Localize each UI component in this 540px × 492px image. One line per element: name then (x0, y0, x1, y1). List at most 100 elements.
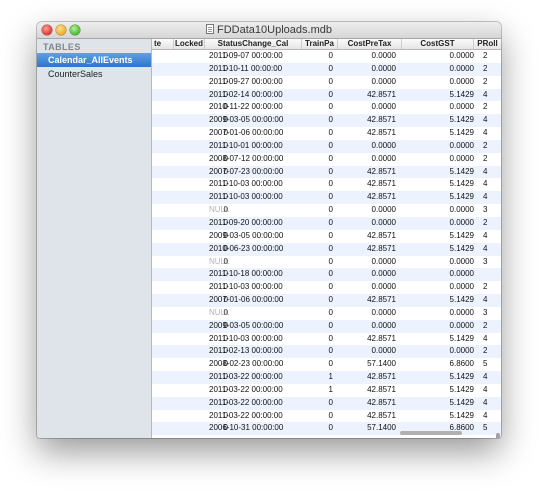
costpretax-cell: 0.0000 (371, 217, 396, 227)
trainpa-cell: 1 (328, 384, 333, 394)
proll-cell: 2 (483, 51, 488, 60)
costgst-cell: 5.1429 (449, 295, 474, 305)
costpretax-cell: 42.8571 (367, 128, 396, 138)
table-row[interactable]: 0 2009-03-05 00:00:00 0 0.0000 0.0000 2 (152, 319, 501, 333)
proll-cell: 2 (483, 217, 488, 227)
proll-cell: 2 (483, 320, 488, 330)
statuschange-cell: 2011-09-27 00:00:00 (209, 76, 283, 86)
statuschange-cell: 2011-10-01 00:00:00 (209, 140, 283, 150)
proll-cell: 4 (483, 128, 488, 138)
table-row[interactable]: 0 2011-03-22 00:00:00 0 42.8571 5.1429 4 (152, 396, 501, 410)
statuschange-cell: 2011-10-11 00:00:00 (209, 63, 283, 73)
proll-cell: 4 (483, 333, 488, 343)
statuschange-cell: NULL (209, 205, 230, 215)
column-header-trainpa[interactable]: TrainPa (302, 39, 338, 49)
app-window: FDData10Uploads.mdb TABLES Calendar_AllE… (37, 22, 501, 438)
column-header-te[interactable]: te (152, 39, 174, 49)
costpretax-cell: 42.8571 (367, 372, 396, 382)
table-row[interactable]: 0 NULL 0 0.0000 0.0000 3 (152, 307, 501, 320)
table-row[interactable]: 0 2011-10-11 00:00:00 0 0.0000 0.0000 2 (152, 62, 501, 76)
table-row[interactable]: 0 2011-03-22 00:00:00 0 42.8571 5.1429 4 (152, 410, 501, 423)
table-row[interactable]: 0 2011-02-13 00:00:00 0 0.0000 0.0000 2 (152, 345, 501, 359)
proll-cell (483, 268, 494, 281)
table-row[interactable]: 0 2007-01-06 00:00:00 0 42.8571 5.1429 4 (152, 294, 501, 307)
statuschange-cell: 2006-10-31 00:00:00 (209, 423, 284, 433)
table-view[interactable]: te Locked StatusChange_Cal TrainPa CostP… (152, 39, 501, 438)
trainpa-cell: 0 (328, 243, 333, 253)
proll-cell: 4 (483, 384, 488, 394)
table-row[interactable]: 0 2011-09-20 00:00:00 0 0.0000 0.0000 2 (152, 216, 501, 230)
statuschange-cell: 2011-09-20 00:00:00 (209, 217, 283, 227)
trainpa-cell: 0 (328, 140, 333, 150)
proll-cell: 4 (483, 179, 488, 189)
costgst-cell: 0.0000 (449, 51, 474, 60)
costgst-cell: 0.0000 (449, 307, 474, 317)
table-row[interactable]: 0 2011-10-01 00:00:00 0 0.0000 0.0000 2 (152, 139, 501, 153)
trainpa-cell: 0 (328, 153, 333, 163)
costgst-cell: 5.1429 (449, 179, 474, 189)
costgst-cell: 0.0000 (449, 63, 474, 73)
table-row[interactable]: 0 2011-09-27 00:00:00 0 0.0000 0.0000 2 (152, 76, 501, 89)
proll-cell: 4 (483, 410, 488, 420)
table-row[interactable]: 0 NULL 0 0.0000 0.0000 3 (152, 204, 501, 217)
column-header-proll[interactable]: PRoll (474, 39, 501, 49)
table-row[interactable]: 0 2011-10-03 00:00:00 0 42.8571 5.1429 4 (152, 333, 501, 346)
table-row[interactable]: 0 2011-02-14 00:00:00 0 42.8571 5.1429 4 (152, 88, 501, 102)
table-row[interactable]: 0 2009-03-05 00:00:00 0 42.8571 5.1429 4 (152, 230, 501, 243)
trainpa-cell: 0 (328, 230, 333, 240)
column-header-costgst[interactable]: CostGST (402, 39, 474, 49)
table-row[interactable]: 0 NULL 0 0.0000 0.0000 3 (152, 256, 501, 269)
statuschange-cell: 2011-03-22 00:00:00 (209, 397, 283, 407)
statuschange-cell: 2011-10-03 00:00:00 (209, 333, 283, 343)
proll-cell: 4 (483, 89, 488, 99)
table-row[interactable]: 0 2011-09-07 00:00:00 0 0.0000 0.0000 2 (152, 50, 501, 63)
table-row[interactable]: 0 2010-11-22 00:00:00 0 0.0000 0.0000 2 (152, 101, 501, 114)
costpretax-cell: 0.0000 (371, 256, 396, 266)
costpretax-cell: 42.8571 (367, 243, 396, 253)
trainpa-cell: 0 (328, 410, 333, 420)
column-header-costpretax[interactable]: CostPreTax (338, 39, 402, 49)
trainpa-cell: 0 (328, 346, 333, 356)
table-row[interactable]: 0 2011-10-03 00:00:00 0 42.8571 5.1429 4 (152, 178, 501, 191)
sidebar-section-header: TABLES (43, 42, 81, 52)
column-header-statuschange-cal[interactable]: StatusChange_Cal (205, 39, 302, 49)
title-bar[interactable]: FDData10Uploads.mdb (37, 22, 501, 39)
costgst-cell: 5.1429 (449, 243, 474, 253)
proll-cell: 4 (483, 115, 488, 125)
table-row[interactable]: 0 2008-02-23 00:00:00 0 57.1400 6.8600 5 (152, 358, 501, 371)
proll-cell: 4 (483, 397, 488, 407)
table-row[interactable]: 0 2011-10-03 00:00:00 0 42.8571 5.1429 4 (152, 191, 501, 205)
table-row[interactable]: 0 2008-07-12 00:00:00 0 0.0000 0.0000 2 (152, 153, 501, 166)
costgst-cell: 0.0000 (449, 256, 474, 266)
table-row[interactable]: 0 2011-10-03 00:00:00 0 0.0000 0.0000 2 (152, 281, 501, 294)
sidebar-item-countersales[interactable]: CounterSales (37, 67, 151, 81)
window-title-group: FDData10Uploads.mdb (37, 24, 501, 36)
table-row[interactable]: 0 2009-03-05 00:00:00 0 42.8571 5.1429 4 (152, 114, 501, 128)
costpretax-cell: 0.0000 (371, 282, 396, 292)
table-row[interactable]: 0 2007-07-23 00:00:00 0 42.8571 5.1429 4 (152, 165, 501, 179)
costgst-cell: 0.0000 (449, 320, 474, 330)
costgst-cell: 5.1429 (449, 384, 474, 394)
trainpa-cell: 0 (328, 320, 333, 330)
table-row[interactable]: 0 2011-10-18 00:00:00 0 0.0000 0.0000 (152, 268, 501, 282)
proll-cell: 3 (483, 205, 488, 215)
trainpa-cell: 0 (328, 192, 333, 202)
statuschange-cell: 2010-11-22 00:00:00 (209, 102, 283, 112)
table-row[interactable]: 0 2010-06-23 00:00:00 0 42.8571 5.1429 4 (152, 242, 501, 256)
proll-cell: 4 (483, 295, 488, 305)
table-row[interactable]: 0 2011-03-22 00:00:00 1 42.8571 5.1429 4 (152, 371, 501, 384)
column-header-locked[interactable]: Locked (174, 39, 205, 49)
proll-cell: 3 (483, 256, 488, 266)
costgst-cell: 5.1429 (449, 89, 474, 99)
trainpa-cell: 1 (328, 372, 333, 382)
table-row[interactable]: 0 2007-01-06 00:00:00 0 42.8571 5.1429 4 (152, 127, 501, 140)
table-row[interactable]: 0 2011-03-22 00:00:00 1 42.8571 5.1429 4 (152, 384, 501, 397)
costpretax-cell: 42.8571 (367, 166, 396, 176)
costpretax-cell: 42.8571 (367, 333, 396, 343)
sidebar-item-calendar-allevents[interactable]: Calendar_AllEvents (37, 53, 151, 67)
vertical-scrollbar-thumb[interactable] (496, 433, 500, 438)
costgst-cell: 0.0000 (449, 76, 474, 86)
costpretax-cell: 0.0000 (371, 76, 396, 86)
tables-sidebar: TABLES Calendar_AllEvents CounterSales (37, 39, 152, 438)
horizontal-scrollbar-thumb[interactable] (400, 431, 462, 435)
